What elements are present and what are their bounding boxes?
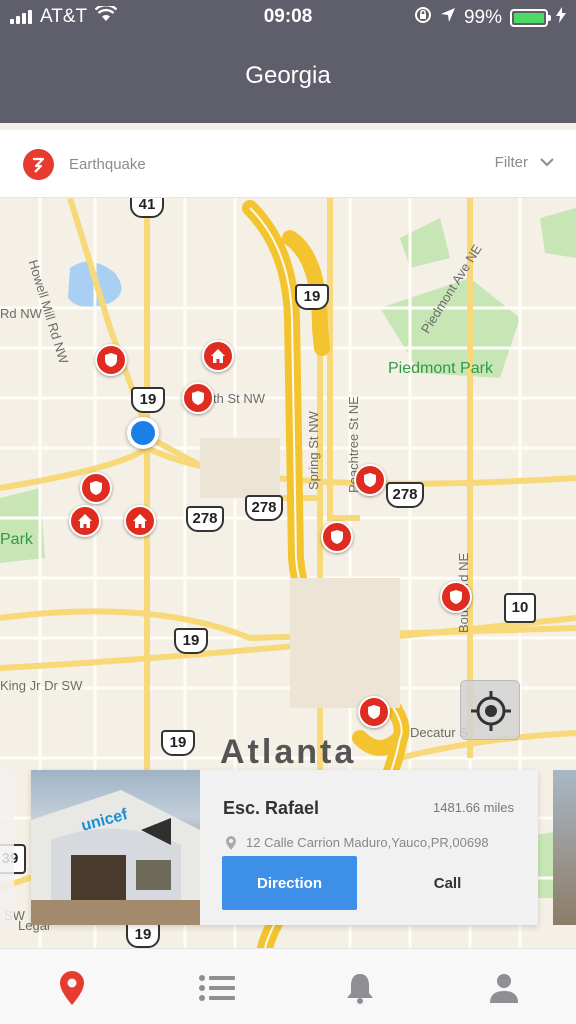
page-title: Georgia bbox=[245, 62, 331, 89]
shield-icon bbox=[368, 705, 380, 719]
tab-profile[interactable] bbox=[484, 971, 524, 1005]
user-icon bbox=[490, 974, 518, 1003]
police-marker[interactable] bbox=[182, 382, 214, 414]
bell-icon bbox=[347, 974, 373, 1004]
call-button[interactable]: Call bbox=[380, 856, 515, 910]
map-pin-icon bbox=[226, 836, 236, 850]
park-label-left: Park bbox=[0, 531, 33, 548]
street-label-rd-nw: Rd NW bbox=[0, 306, 42, 321]
battery-percent: 99% bbox=[463, 7, 502, 28]
route-shield-10: 10 bbox=[504, 593, 536, 623]
chevron-down-icon bbox=[540, 154, 554, 171]
shield-icon bbox=[450, 590, 462, 604]
shield-icon bbox=[105, 353, 117, 367]
filter-button[interactable]: Filter bbox=[495, 154, 554, 171]
route-shield-41: 41 bbox=[130, 198, 164, 218]
police-marker[interactable] bbox=[95, 344, 127, 376]
street-label-king: King Jr Dr SW bbox=[0, 678, 83, 693]
map-pin-icon bbox=[60, 971, 84, 1005]
filter-label: Filter bbox=[494, 154, 528, 171]
shield-icon bbox=[331, 530, 343, 544]
route-shield-19: 19 bbox=[295, 284, 329, 310]
user-location-dot bbox=[127, 417, 159, 449]
location-photo: unicef bbox=[31, 770, 200, 925]
police-marker[interactable] bbox=[354, 464, 386, 496]
location-address: 12 Calle Carrion Maduro,Yauco,PR,00698 bbox=[246, 835, 489, 850]
route-shield-19: 19 bbox=[174, 628, 208, 654]
route-shield-19: 19 bbox=[161, 730, 195, 756]
park-label: Piedmont Park bbox=[388, 360, 493, 377]
police-marker[interactable] bbox=[358, 696, 390, 728]
route-shield-278: 278 bbox=[245, 495, 283, 521]
house-icon bbox=[211, 349, 225, 363]
locate-me-button[interactable] bbox=[460, 680, 520, 740]
tab-notifications[interactable] bbox=[340, 971, 380, 1005]
location-arrow-icon bbox=[440, 7, 456, 29]
category-label[interactable]: Earthquake bbox=[69, 156, 146, 173]
shield-icon bbox=[90, 481, 102, 495]
card-peek-left[interactable] bbox=[0, 770, 14, 925]
shelter-marker[interactable] bbox=[124, 505, 156, 537]
nav-header: AT&T 09:08 99% Georgia bbox=[0, 0, 576, 123]
tab-list[interactable] bbox=[197, 971, 237, 1005]
police-marker[interactable] bbox=[80, 472, 112, 504]
direction-button[interactable]: Direction bbox=[222, 856, 357, 910]
house-icon bbox=[133, 514, 147, 528]
route-shield-278: 278 bbox=[186, 506, 224, 532]
shield-icon bbox=[192, 391, 204, 405]
route-shield-278: 278 bbox=[386, 482, 424, 508]
crosshair-icon bbox=[471, 691, 511, 731]
street-label-spring: Spring St NW bbox=[306, 411, 321, 490]
police-marker[interactable] bbox=[321, 521, 353, 553]
police-marker[interactable] bbox=[440, 581, 472, 613]
battery-icon bbox=[510, 9, 551, 27]
list-icon bbox=[199, 975, 235, 1001]
tab-map[interactable] bbox=[52, 971, 92, 1005]
tab-bar bbox=[0, 948, 576, 1024]
card-peek-right[interactable] bbox=[553, 770, 576, 925]
route-shield-19: 19 bbox=[131, 387, 165, 413]
charging-icon bbox=[556, 7, 566, 29]
earthquake-icon[interactable] bbox=[23, 149, 54, 180]
route-shield-19: 19 bbox=[126, 922, 160, 948]
shield-icon bbox=[364, 473, 376, 487]
shelter-marker[interactable] bbox=[69, 505, 101, 537]
location-card[interactable]: unicef Esc. Rafael 1481.66 miles 12 Call… bbox=[31, 770, 538, 925]
rotation-lock-icon bbox=[414, 6, 432, 30]
shelter-marker[interactable] bbox=[202, 340, 234, 372]
house-icon bbox=[78, 514, 92, 528]
location-name: Esc. Rafael bbox=[223, 798, 320, 818]
street-label-th-st: th St NW bbox=[213, 391, 266, 406]
city-label: Atlanta bbox=[220, 733, 357, 771]
location-distance: 1481.66 miles bbox=[433, 800, 514, 815]
status-bar: AT&T 09:08 99% bbox=[0, 0, 576, 34]
